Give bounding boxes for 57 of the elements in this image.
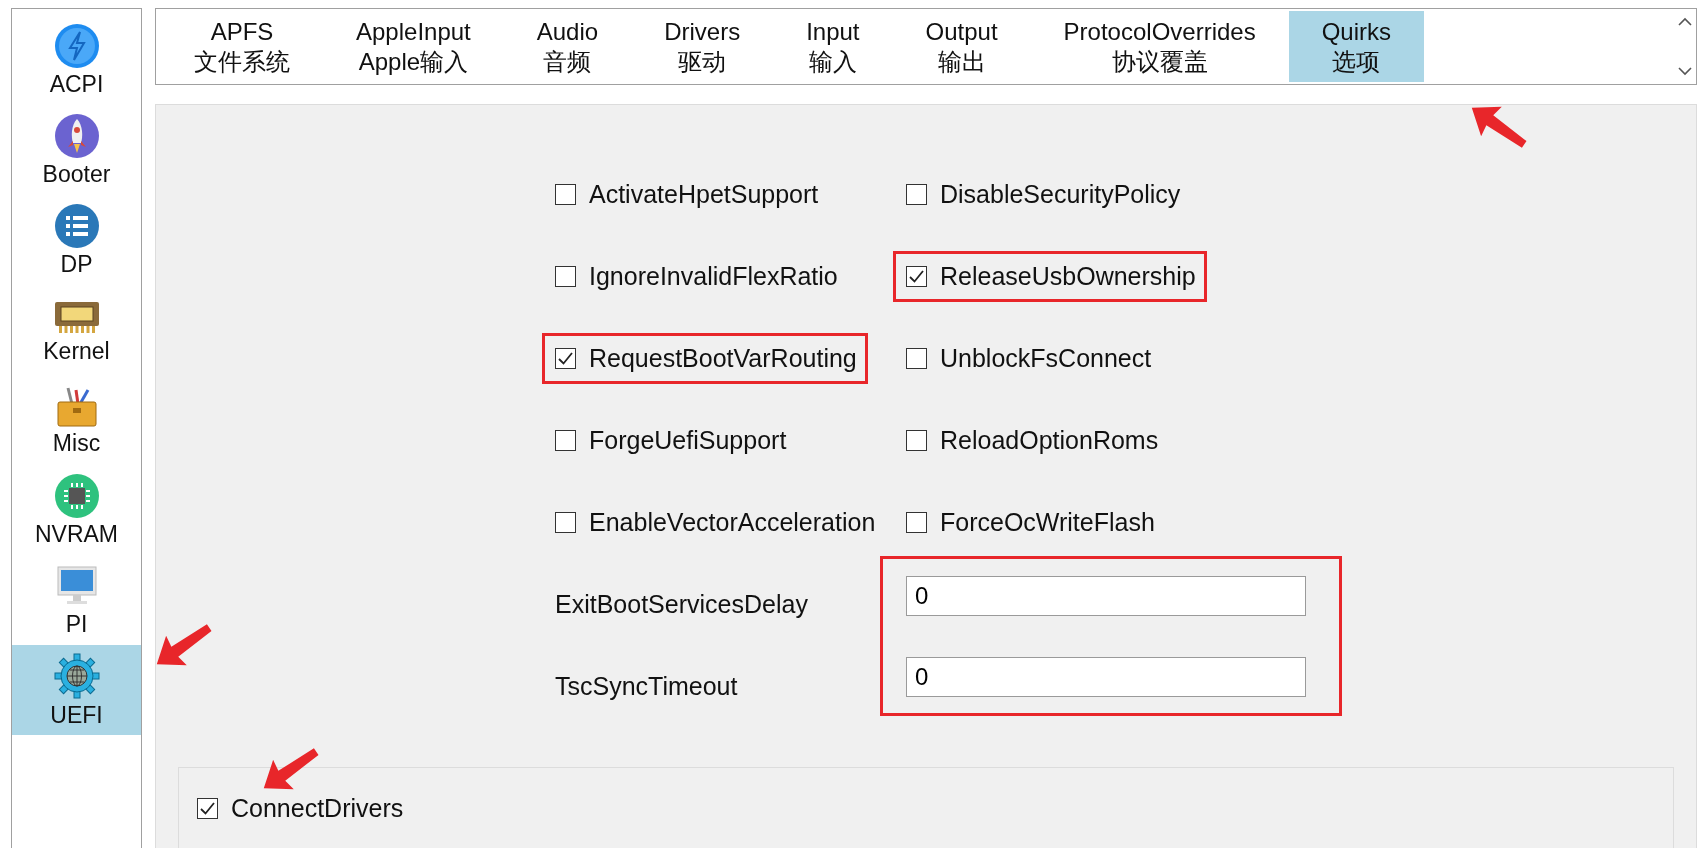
checkbox[interactable] <box>197 797 218 819</box>
checkbox[interactable] <box>906 347 927 369</box>
tab[interactable]: Output 输出 <box>892 11 1031 82</box>
tab[interactable]: AppleInput Apple输入 <box>323 11 504 82</box>
tab[interactable]: Input 输入 <box>773 11 893 82</box>
sidebar-item[interactable]: Misc <box>12 375 141 465</box>
sidebar-item[interactable]: ACPI <box>12 15 141 105</box>
list-icon <box>53 203 100 249</box>
sidebar-label: Kernel <box>43 338 110 364</box>
checkbox-label: UnblockFsConnect <box>940 343 1152 373</box>
checkbox-label: ActivateHpetSupport <box>589 179 819 209</box>
checkbox[interactable] <box>555 265 576 287</box>
lightning-icon <box>53 23 100 69</box>
sidebar-item[interactable]: UEFI <box>12 645 141 735</box>
sidebar-label: Booter <box>42 161 111 187</box>
tab[interactable]: Drivers 驱动 <box>631 11 774 82</box>
checkbox-label: ForceOcWriteFlash <box>940 507 1155 537</box>
sidebar-item[interactable]: NVRAM <box>12 465 141 555</box>
sidebar-label: Misc <box>52 430 101 456</box>
field-label: ExitBootServicesDelay <box>555 588 809 620</box>
sidebar-item[interactable]: PI <box>12 555 141 645</box>
field-label: TscSyncTimeout <box>555 670 739 702</box>
checkbox-label: EnableVectorAcceleration <box>589 507 876 537</box>
checkbox[interactable] <box>555 347 576 369</box>
checkbox-label: DisableSecurityPolicy <box>940 179 1181 209</box>
input-field[interactable]: 0 <box>906 656 1306 697</box>
sidebar-label: DP <box>60 251 93 277</box>
tab[interactable]: ProtocolOverrides 协议覆盖 <box>1030 11 1289 82</box>
checkbox[interactable] <box>906 265 927 287</box>
sidebar-item[interactable]: Kernel <box>12 285 141 375</box>
checkbox-label: ForgeUefiSupport <box>589 425 787 455</box>
tab[interactable]: Quirks 选项 <box>1288 11 1424 82</box>
checkbox-label: ConnectDrivers <box>231 793 404 823</box>
checkbox-label: ReloadOptionRoms <box>940 425 1159 455</box>
checkbox[interactable] <box>555 429 576 451</box>
checkbox[interactable] <box>906 511 927 533</box>
sidebar-label: NVRAM <box>34 521 119 547</box>
checkbox[interactable] <box>555 511 576 533</box>
checkbox-label: RequestBootVarRouting <box>589 343 857 373</box>
checkbox[interactable] <box>906 429 927 451</box>
rocket-icon <box>53 113 100 159</box>
sidebar-label: UEFI <box>50 702 103 728</box>
gear-globe-icon <box>52 652 101 700</box>
sidebar-item[interactable]: Booter <box>12 105 141 195</box>
sidebar-label: ACPI <box>49 71 104 97</box>
checkbox-label: ReleaseUsbOwnership <box>940 261 1196 291</box>
input-field[interactable]: 0 <box>906 575 1306 616</box>
checkbox[interactable] <box>906 183 927 205</box>
scroll-up-icon[interactable] <box>1678 17 1692 26</box>
checkbox-label: IgnoreInvalidFlexRatio <box>589 261 838 291</box>
sidebar-label: PI <box>65 611 88 637</box>
checkbox[interactable] <box>555 183 576 205</box>
tab[interactable]: APFS 文件系统 <box>161 11 323 82</box>
sidebar-item[interactable]: DP <box>12 195 141 285</box>
tab[interactable]: Audio 音频 <box>503 11 632 82</box>
chip-icon <box>53 473 100 519</box>
scroll-down-icon[interactable] <box>1678 67 1692 76</box>
